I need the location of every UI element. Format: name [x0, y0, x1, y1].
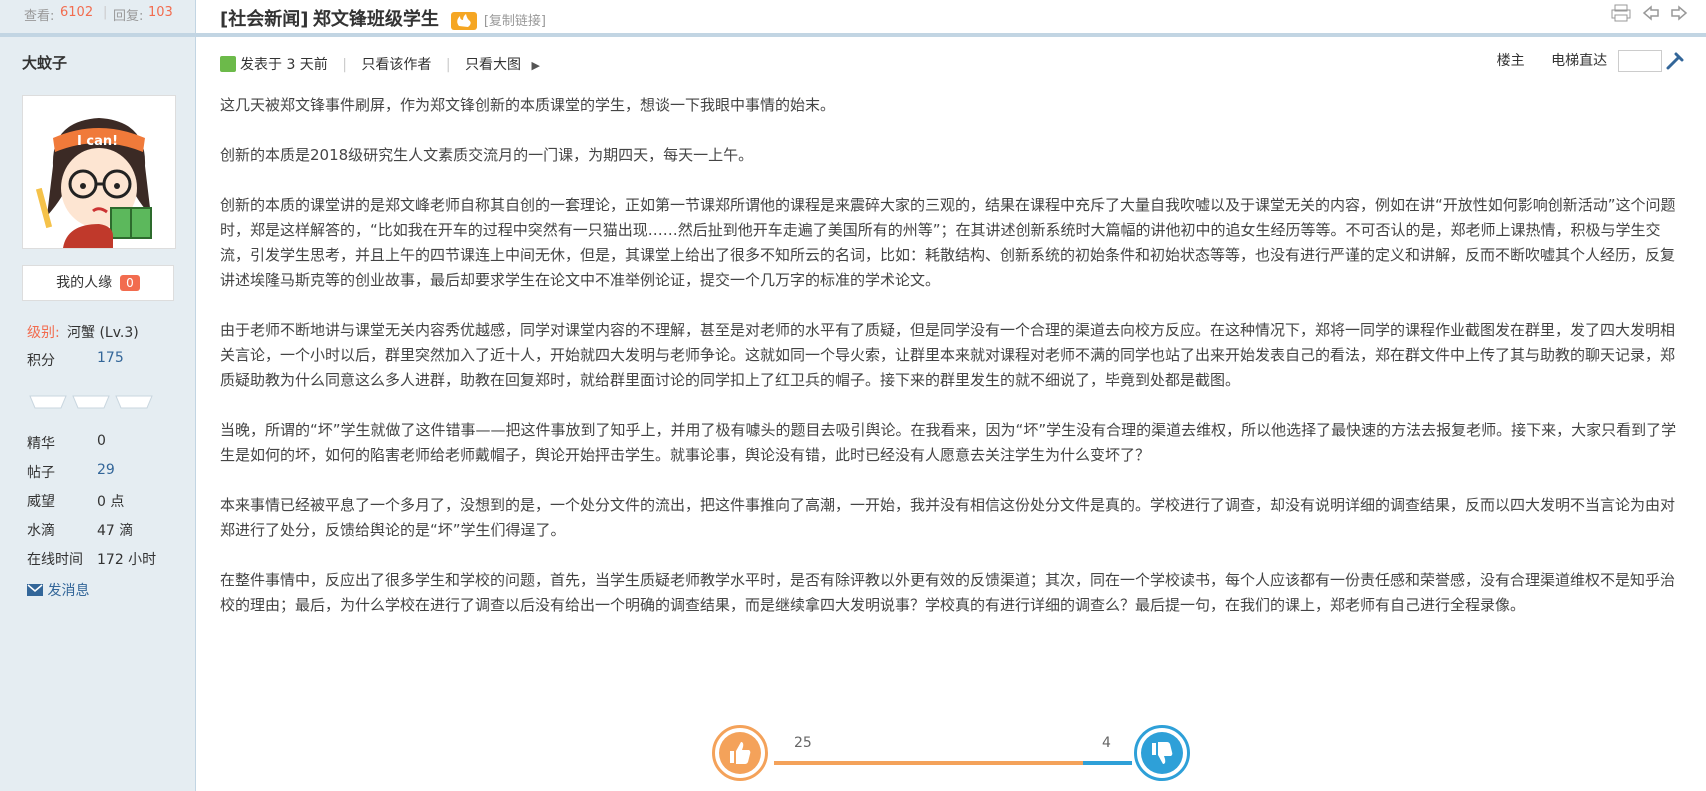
elevator-label: 电梯直达 [1551, 53, 1608, 69]
online-label: 在线时间 [27, 552, 83, 568]
elevator-go-icon[interactable] [1666, 52, 1684, 70]
popularity-count: 0 [120, 275, 140, 291]
send-message-link[interactable]: 发消息 [27, 580, 89, 600]
popularity-box[interactable]: 我的人缘 0 [22, 265, 174, 301]
envelope-icon [27, 584, 43, 596]
essence-value: 0 [97, 433, 106, 449]
water-value: 47 滴 [97, 523, 134, 539]
water-label: 水滴 [27, 523, 55, 539]
thread-title-area: [社会新闻] 郑文锋班级学生 [复制链接] [220, 5, 546, 31]
send-message-label: 发消息 [47, 583, 90, 599]
like-button[interactable] [712, 725, 768, 781]
prestige-value: 0 点 [97, 494, 125, 510]
post-time: 发表于 3 天前 [240, 57, 328, 73]
post-paragraph: 创新的本质是2018级研究生人文素质交流月的一门课，为期四天，每天一上午。 [220, 146, 754, 164]
rank-boats-icon [29, 395, 153, 409]
points-row: 积分 175 [27, 350, 124, 370]
thread-title: 郑文锋班级学生 [312, 9, 439, 30]
views-count: 6102 [60, 5, 94, 20]
svg-text:I can!: I can! [77, 134, 118, 149]
big-image-link[interactable]: 只看大图 [465, 57, 521, 73]
popularity-label: 我的人缘 [56, 275, 113, 291]
posts-value[interactable]: 29 [97, 462, 115, 478]
author-name[interactable]: 大蚊子 [22, 52, 67, 73]
post-meta: 发表于 3 天前 | 只看该作者 | 只看大图 ▶ [220, 54, 540, 74]
copy-link-button[interactable]: [复制链接] [484, 14, 546, 29]
level-value[interactable]: 河蟹 (Lv.3) [67, 322, 139, 342]
level-row: 级别: 河蟹 (Lv.3) [27, 322, 139, 342]
points-value[interactable]: 175 [97, 350, 124, 366]
essence-label: 精华 [27, 436, 55, 452]
vote-area: 25 4 [712, 725, 1192, 785]
prestige-row: 威望 0 点 [27, 491, 124, 511]
posts-label: 帖子 [27, 465, 55, 481]
avatar[interactable]: I can! [22, 95, 176, 249]
vote-ratio-bar [774, 761, 1132, 765]
online-row: 在线时间 172 小时 [27, 549, 156, 569]
thumbs-down-icon [1141, 732, 1183, 774]
post-paragraph: 本来事情已经被平息了一个多月了，没想到的是，一个处分文件的流出，把这件事推向了高… [220, 496, 1676, 539]
poster-online-icon [220, 56, 236, 72]
thread-category[interactable]: [社会新闻] [220, 9, 308, 30]
hot-badge-icon [451, 12, 478, 30]
post-paragraph: 创新的本质的课堂讲的是郑文峰老师自称其自创的一套理论，正如第一节课郑所谓他的课程… [220, 196, 1676, 289]
stats-divider: | [103, 5, 108, 20]
essence-row: 精华 0 [27, 433, 106, 453]
views-label: 查看: [24, 9, 55, 24]
dislike-count: 4 [1102, 735, 1111, 751]
header-divider [0, 33, 1706, 37]
previous-thread-icon[interactable] [1642, 4, 1660, 26]
posts-row: 帖子 29 [27, 462, 115, 482]
print-icon[interactable] [1611, 4, 1631, 26]
water-row: 水滴 47 滴 [27, 520, 133, 540]
replies-count: 103 [148, 5, 173, 20]
floor-nav: 楼主 电梯直达 [1497, 50, 1684, 72]
author-sidebar: 查看: 6102 | 回复: 103 大蚊子 I can! 我的人缘 0 级别:… [0, 0, 196, 791]
floor-label: 楼主 [1496, 53, 1525, 69]
level-label: 级别: [27, 325, 60, 341]
triangle-right-icon: ▶ [531, 59, 540, 72]
post-paragraph: 这几天被郑文锋事件刷屏，作为郑文锋创新的本质课堂的学生，想谈一下我眼中事情的始末… [220, 96, 836, 114]
post-content: 这几天被郑文锋事件刷屏，作为郑文锋创新的本质课堂的学生，想谈一下我眼中事情的始末… [220, 93, 1684, 643]
avatar-image: I can! [23, 96, 175, 248]
elevator-input[interactable] [1617, 50, 1662, 72]
post-paragraph: 当晚，所谓的“坏”学生就做了这件错事——把这件事放到了知乎上，并用了极有噱头的题… [220, 421, 1677, 464]
only-author-link[interactable]: 只看该作者 [361, 57, 431, 73]
prestige-label: 威望 [27, 494, 55, 510]
like-share-fill [774, 761, 1083, 765]
thumbs-up-icon [719, 732, 761, 774]
next-thread-icon[interactable] [1670, 4, 1688, 26]
thread-stats: 查看: 6102 | 回复: 103 [0, 0, 195, 30]
post-paragraph: 在整件事情中，反应出了很多学生和学校的问题，首先，当学生质疑老师教学水平时，是否… [220, 571, 1676, 614]
like-count: 25 [794, 735, 812, 751]
online-value: 172 小时 [97, 552, 157, 568]
points-label: 积分 [27, 353, 55, 369]
thread-tools [1605, 4, 1688, 26]
replies-label: 回复: [113, 9, 144, 24]
post-paragraph: 由于老师不断地讲与课堂无关内容秀优越感，同学对课堂内容的不理解，甚至是对老师的水… [220, 321, 1676, 389]
dislike-button[interactable] [1134, 725, 1190, 781]
